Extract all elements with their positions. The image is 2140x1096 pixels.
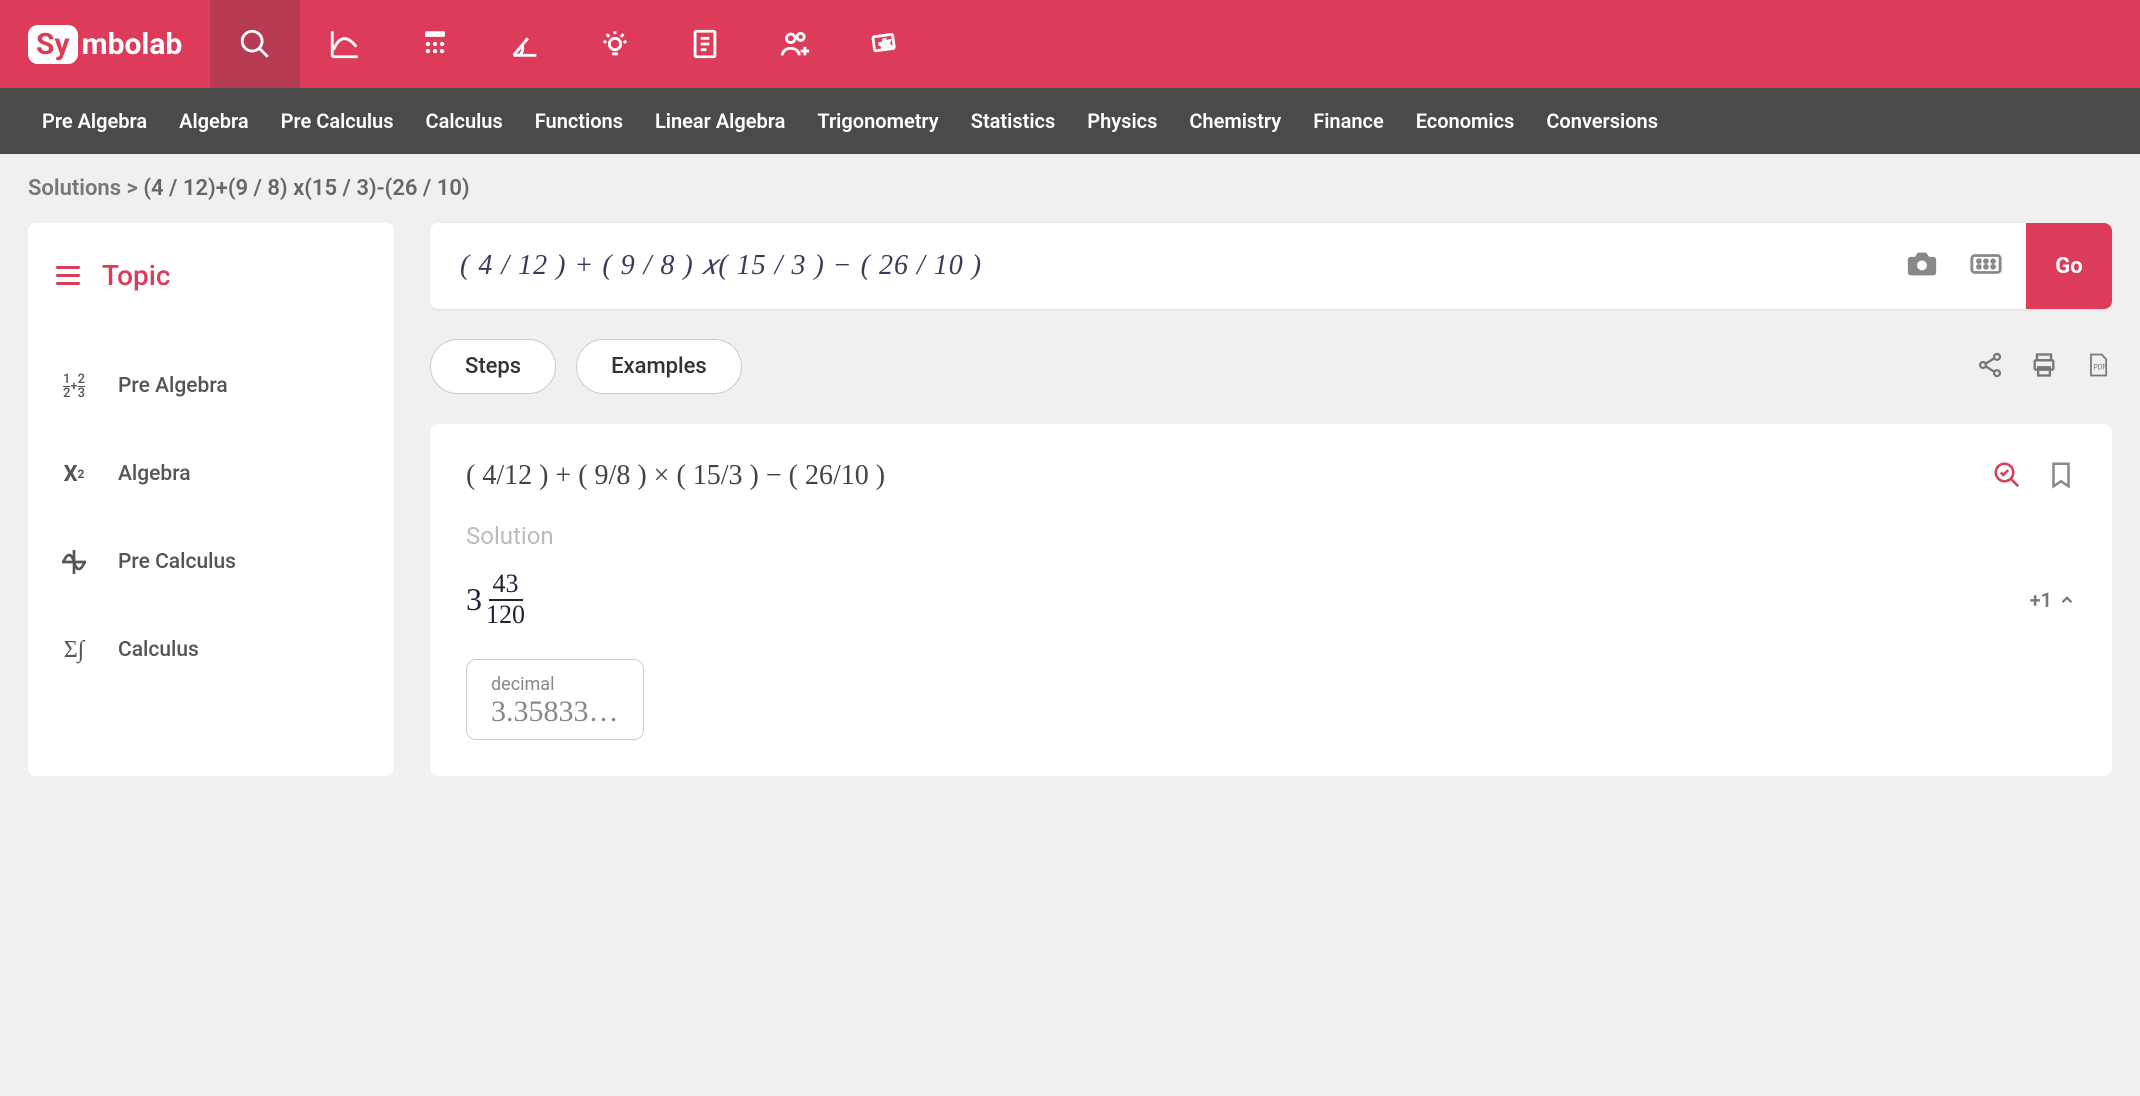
- subnav-pre-calculus[interactable]: Pre Calculus: [281, 109, 394, 133]
- svg-text:√x: √x: [879, 38, 891, 50]
- subnav-algebra[interactable]: Algebra: [179, 109, 249, 133]
- sidebar-header[interactable]: Topic: [56, 259, 366, 292]
- breadcrumb-root[interactable]: Solutions: [28, 176, 121, 201]
- more-solutions-toggle[interactable]: +1: [2030, 588, 2076, 612]
- logo[interactable]: Sy mbolab: [0, 0, 210, 88]
- sidebar-title: Topic: [102, 259, 171, 292]
- verify-icon[interactable]: [1992, 460, 2022, 494]
- subnav-pre-algebra[interactable]: Pre Algebra: [42, 109, 147, 133]
- logo-prefix: Sy: [28, 25, 78, 64]
- print-icon[interactable]: [2030, 351, 2058, 383]
- decimal-box[interactable]: decimal 3.35833…: [466, 659, 644, 740]
- sidebar-item-calculus[interactable]: Σ∫ Calculus: [56, 606, 366, 694]
- mixed-numerator: 43: [489, 570, 523, 601]
- subnav-linear-algebra[interactable]: Linear Algebra: [655, 109, 785, 133]
- go-button[interactable]: Go: [2026, 223, 2112, 309]
- breadcrumb-expr: (4 / 12)+(9 / 8) x(15 / 3)-(26 / 10): [143, 176, 469, 201]
- topic-sidebar: Topic 12+23 Pre Algebra X2 Algebra Pre C…: [28, 223, 394, 776]
- wave-icon: [56, 544, 92, 580]
- solution-label: Solution: [466, 522, 2076, 550]
- x-squared-icon: X2: [56, 456, 92, 492]
- breadcrumb-sep: >: [127, 176, 138, 201]
- geometry-icon[interactable]: [480, 0, 570, 88]
- mixed-denominator: 120: [486, 601, 525, 630]
- subnav-functions[interactable]: Functions: [535, 109, 623, 133]
- sidebar-item-pre-calculus[interactable]: Pre Calculus: [56, 518, 366, 606]
- sidebar-item-label: Pre Calculus: [118, 550, 236, 574]
- main-content: ( 4 / 12 ) + ( 9 / 8 ) 𝑥( 15 / 3 ) − ( 2…: [430, 223, 2112, 776]
- pdf-icon[interactable]: PDF: [2084, 351, 2112, 383]
- expression-input-row: ( 4 / 12 ) + ( 9 / 8 ) 𝑥( 15 / 3 ) − ( 2…: [430, 223, 2112, 309]
- subnav-chemistry[interactable]: Chemistry: [1189, 109, 1281, 133]
- examples-button[interactable]: Examples: [576, 339, 742, 394]
- chevron-up-icon: [2058, 591, 2076, 609]
- subnav-economics[interactable]: Economics: [1416, 109, 1515, 133]
- camera-icon[interactable]: [1902, 247, 1942, 285]
- bookmark-icon[interactable]: [2046, 460, 2076, 494]
- lightbulb-icon[interactable]: [570, 0, 660, 88]
- decimal-value: 3.35833…: [491, 695, 619, 729]
- sidebar-item-label: Pre Algebra: [118, 374, 228, 398]
- solution-value: 3 43 120: [466, 570, 525, 629]
- solution-card: ( 4/12 ) + ( 9/8 ) × ( 15/3 ) − ( 26/10 …: [430, 424, 2112, 776]
- sigma-integral-icon: Σ∫: [56, 632, 92, 668]
- keyboard-icon[interactable]: [1966, 247, 2006, 285]
- action-row: Steps Examples PDF: [430, 339, 2112, 394]
- sidebar-item-label: Algebra: [118, 462, 191, 486]
- share-icon[interactable]: [1976, 351, 2004, 383]
- subnav-conversions[interactable]: Conversions: [1546, 109, 1658, 133]
- hamburger-icon: [56, 266, 80, 285]
- logo-suffix: mbolab: [82, 27, 183, 62]
- expression-input[interactable]: ( 4 / 12 ) + ( 9 / 8 ) 𝑥( 15 / 3 ) − ( 2…: [430, 250, 1882, 282]
- decimal-label: decimal: [491, 674, 619, 695]
- steps-button[interactable]: Steps: [430, 339, 556, 394]
- subnav-statistics[interactable]: Statistics: [971, 109, 1056, 133]
- graph-icon[interactable]: [300, 0, 390, 88]
- subnav-finance[interactable]: Finance: [1313, 109, 1383, 133]
- sidebar-item-pre-algebra[interactable]: 12+23 Pre Algebra: [56, 342, 366, 430]
- subnav-trigonometry[interactable]: Trigonometry: [817, 109, 938, 133]
- problem-expression: ( 4/12 ) + ( 9/8 ) × ( 15/3 ) − ( 26/10 …: [466, 460, 885, 492]
- category-nav: Pre Algebra Algebra Pre Calculus Calculu…: [0, 88, 2140, 154]
- top-nav: Sy mbolab √x: [0, 0, 2140, 88]
- fraction-icon: 12+23: [56, 368, 92, 404]
- subnav-calculus[interactable]: Calculus: [426, 109, 503, 133]
- search-icon[interactable]: [210, 0, 300, 88]
- calculator-icon[interactable]: [390, 0, 480, 88]
- sidebar-item-label: Calculus: [118, 638, 199, 662]
- breadcrumb: Solutions > (4 / 12)+(9 / 8) x(15 / 3)-(…: [0, 154, 2140, 223]
- sidebar-item-algebra[interactable]: X2 Algebra: [56, 430, 366, 518]
- svg-text:PDF: PDF: [2093, 363, 2106, 371]
- mixed-whole: 3: [466, 581, 482, 618]
- group-icon[interactable]: [750, 0, 840, 88]
- subnav-physics[interactable]: Physics: [1087, 109, 1157, 133]
- cheatsheet-icon[interactable]: √x: [840, 0, 930, 88]
- notes-icon[interactable]: [660, 0, 750, 88]
